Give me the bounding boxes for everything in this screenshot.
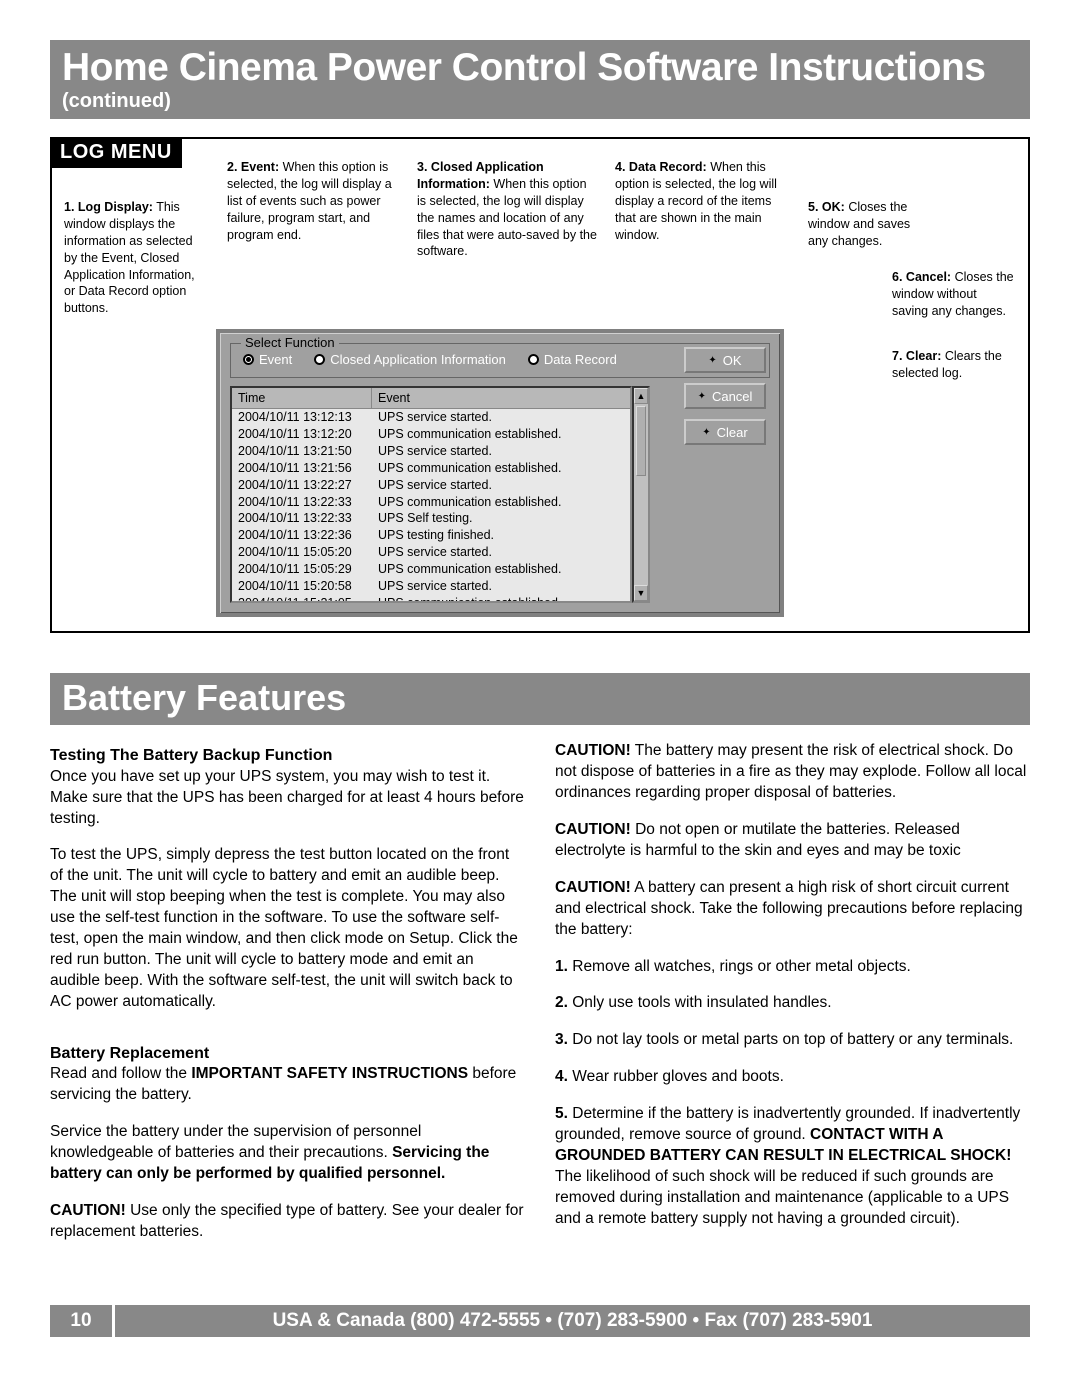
log-time: 2004/10/11 13:21:56 — [232, 460, 372, 477]
log-row: 2004/10/11 13:22:33UPS Self testing. — [232, 510, 630, 527]
log-event: UPS service started. — [372, 544, 630, 561]
log-rows: 2004/10/11 13:12:13UPS service started.2… — [232, 409, 630, 601]
page-footer: 10 USA & Canada (800) 472-5555 • (707) 2… — [50, 1305, 1030, 1337]
log-row: 2004/10/11 15:20:58UPS service started. — [232, 578, 630, 595]
radio-dot-icon — [314, 354, 325, 365]
log-event: UPS communication established. — [372, 460, 630, 477]
para: Once you have set up your UPS system, yo… — [50, 767, 525, 830]
list-item: 2. Only use tools with insulated handles… — [555, 993, 1030, 1014]
radio-dot-icon — [528, 354, 539, 365]
document-page: Home Cinema Power Control Software Instr… — [0, 0, 1080, 1367]
log-time: 2004/10/11 13:21:50 — [232, 443, 372, 460]
list-item: 5. Determine if the battery is inadverte… — [555, 1104, 1030, 1230]
log-time: 2004/10/11 13:22:27 — [232, 477, 372, 494]
footer-contact: USA & Canada (800) 472-5555 • (707) 283-… — [115, 1305, 1030, 1337]
log-event: UPS service started. — [372, 578, 630, 595]
button-glyph-icon: ✦ — [702, 427, 710, 438]
log-row: 2004/10/11 13:22:33UPS communication est… — [232, 494, 630, 511]
list-item: 4. Wear rubber gloves and boots. — [555, 1067, 1030, 1088]
log-time: 2004/10/11 15:05:20 — [232, 544, 372, 561]
button-glyph-icon: ✦ — [708, 355, 716, 366]
page-title-continued: (continued) — [62, 90, 171, 112]
log-row: 2004/10/11 13:21:56UPS communication est… — [232, 460, 630, 477]
log-window: Select Function Event Closed Application… — [216, 329, 784, 617]
log-row: 2004/10/11 15:05:20UPS service started. — [232, 544, 630, 561]
log-table: Time Event 2004/10/11 13:12:13UPS servic… — [230, 386, 632, 603]
log-event: UPS service started. — [372, 409, 630, 426]
cancel-button[interactable]: ✦ Cancel — [684, 383, 766, 409]
log-row: 2004/10/11 13:12:20UPS communication est… — [232, 426, 630, 443]
log-row: 2004/10/11 13:12:13UPS service started. — [232, 409, 630, 426]
para: To test the UPS, simply depress the test… — [50, 845, 525, 1012]
log-event: UPS communication established. — [372, 494, 630, 511]
para: CAUTION! Do not open or mutilate the bat… — [555, 820, 1030, 862]
log-time: 2004/10/11 15:21:05 — [232, 595, 372, 601]
radio-dot-icon — [243, 354, 254, 365]
log-row: 2004/10/11 13:22:36UPS testing finished. — [232, 527, 630, 544]
log-event: UPS service started. — [372, 477, 630, 494]
list-item: 1. Remove all watches, rings or other me… — [555, 957, 1030, 978]
log-time: 2004/10/11 13:22:33 — [232, 494, 372, 511]
page-title: Home Cinema Power Control Software Instr… — [62, 46, 985, 89]
fieldset-legend: Select Function — [241, 335, 339, 350]
radio-closed-app-info[interactable]: Closed Application Information — [314, 352, 506, 367]
callout-4: 4. Data Record: When this option is sele… — [615, 159, 790, 317]
callout-7: 7. Clear: Clears the selected log. — [892, 348, 1014, 382]
col-header-event: Event — [372, 388, 630, 408]
clear-button[interactable]: ✦ Clear — [684, 419, 766, 445]
log-menu-section: LOG MENU 1. Log Display: This window dis… — [50, 137, 1030, 633]
log-event: UPS testing finished. — [372, 527, 630, 544]
para: CAUTION! Use only the specified type of … — [50, 1201, 525, 1243]
log-time: 2004/10/11 13:12:13 — [232, 409, 372, 426]
para: CAUTION! A battery can present a high ri… — [555, 878, 1030, 941]
scroll-down-icon[interactable]: ▼ — [634, 585, 648, 601]
page-title-bar: Home Cinema Power Control Software Instr… — [50, 40, 1030, 119]
callout-3: 3. Closed Application Information: When … — [417, 159, 597, 317]
log-row: 2004/10/11 15:21:05UPS communication est… — [232, 595, 630, 601]
log-menu-tab: LOG MENU — [50, 137, 182, 168]
button-glyph-icon: ✦ — [698, 391, 706, 402]
scroll-up-icon[interactable]: ▲ — [634, 388, 648, 404]
col-header-time: Time — [232, 388, 372, 408]
scroll-thumb[interactable] — [636, 406, 646, 476]
log-event: UPS communication established. — [372, 426, 630, 443]
radio-event[interactable]: Event — [243, 352, 292, 367]
right-column: CAUTION! The battery may present the ris… — [555, 741, 1030, 1259]
para: CAUTION! The battery may present the ris… — [555, 741, 1030, 804]
log-time: 2004/10/11 13:22:33 — [232, 510, 372, 527]
callout-6: 6. Cancel: Closes the window without sav… — [892, 269, 1014, 320]
page-number: 10 — [50, 1305, 112, 1337]
callout-1: 1. Log Display: This window displays the… — [64, 199, 209, 317]
log-time: 2004/10/11 15:05:29 — [232, 561, 372, 578]
log-time: 2004/10/11 15:20:58 — [232, 578, 372, 595]
para: Service the battery under the supervisio… — [50, 1122, 525, 1185]
subheading-testing: Testing The Battery Backup Function — [50, 745, 525, 767]
log-event: UPS communication established. — [372, 561, 630, 578]
callouts-top-row: 1. Log Display: This window displays the… — [64, 159, 1016, 317]
battery-features-heading: Battery Features — [50, 673, 1030, 725]
list-item: 3. Do not lay tools or metal parts on to… — [555, 1030, 1030, 1051]
log-row: 2004/10/11 13:21:50UPS service started. — [232, 443, 630, 460]
log-event: UPS service started. — [372, 443, 630, 460]
scrollbar[interactable]: ▲ ▼ — [632, 386, 650, 603]
para: Read and follow the IMPORTANT SAFETY INS… — [50, 1064, 525, 1106]
radio-data-record[interactable]: Data Record — [528, 352, 617, 367]
log-time: 2004/10/11 13:22:36 — [232, 527, 372, 544]
log-time: 2004/10/11 13:12:20 — [232, 426, 372, 443]
log-row: 2004/10/11 13:22:27UPS service started. — [232, 477, 630, 494]
log-row: 2004/10/11 15:05:29UPS communication est… — [232, 561, 630, 578]
callout-2: 2. Event: When this option is selected, … — [227, 159, 399, 317]
battery-columns: Testing The Battery Backup Function Once… — [50, 741, 1030, 1259]
log-event: UPS communication established. — [372, 595, 630, 601]
ok-button[interactable]: ✦ OK — [684, 347, 766, 373]
log-event: UPS Self testing. — [372, 510, 630, 527]
left-column: Testing The Battery Backup Function Once… — [50, 741, 525, 1259]
callouts-right: 6. Cancel: Closes the window without sav… — [892, 269, 1014, 409]
subheading-replacement: Battery Replacement — [50, 1043, 525, 1065]
